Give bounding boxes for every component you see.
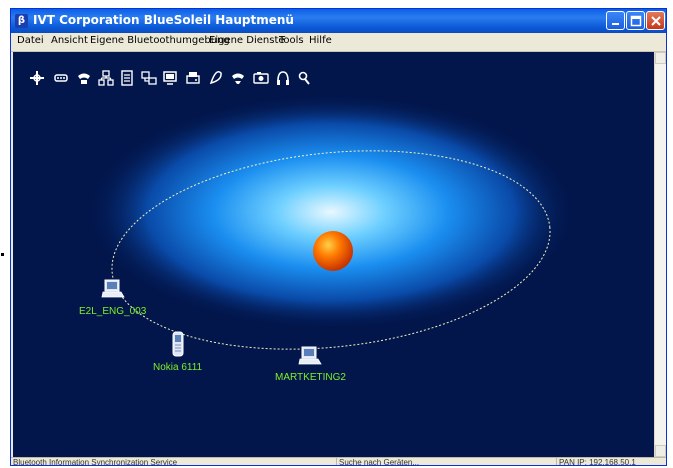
dialup-service-icon[interactable] <box>76 70 92 86</box>
status-pan-ip: PAN IP: 192.168.50.1 <box>559 458 636 466</box>
bluesoleil-main-window: β IVT Corporation BlueSoleil Hauptmenü D… <box>10 8 667 466</box>
network-service-icon[interactable] <box>29 70 45 86</box>
minimize-icon <box>612 23 619 25</box>
fax-service-icon[interactable] <box>185 70 201 86</box>
local-device-ball[interactable] <box>313 231 353 271</box>
scroll-up-button[interactable] <box>655 52 666 64</box>
window-title: IVT Corporation BlueSoleil Hauptmenü <box>33 13 294 27</box>
maximize-icon <box>630 15 642 27</box>
device-label-nokia-6111[interactable]: Nokia 6111 <box>153 362 202 373</box>
audio-gateway-icon[interactable] <box>275 70 291 86</box>
menu-datei[interactable]: Datei <box>17 35 44 46</box>
environment-graphic <box>86 94 576 350</box>
close-icon <box>651 16 661 26</box>
device-label-e2l-eng-003[interactable]: E2L_ENG_003 <box>79 306 146 317</box>
mobile-phone-icon[interactable] <box>171 331 185 357</box>
maximize-button[interactable] <box>626 11 645 30</box>
background-dot <box>1 253 4 256</box>
pc-service-icon[interactable] <box>162 70 178 86</box>
menu-tools[interactable]: Tools <box>279 35 304 46</box>
status-bar: Bluetooth Information Synchronization Se… <box>11 457 666 466</box>
menu-ansicht[interactable]: Ansicht <box>51 35 88 46</box>
lan-access-icon[interactable] <box>98 70 114 86</box>
signal-glow <box>86 94 576 330</box>
close-button[interactable] <box>646 11 665 30</box>
laptop-icon[interactable] <box>298 346 322 368</box>
title-bar[interactable]: β IVT Corporation BlueSoleil Hauptmenü <box>11 9 666 33</box>
serial-port-service-icon[interactable] <box>53 70 69 86</box>
scroll-down-button[interactable] <box>655 445 666 457</box>
laptop-icon[interactable] <box>101 279 125 301</box>
bluetooth-environment-canvas: E2L_ENG_003 Nokia 6111 MARTKETING2 <box>13 52 654 457</box>
personal-network-icon[interactable] <box>141 70 157 86</box>
search-service-icon[interactable] <box>296 70 312 86</box>
menu-eigene-dienste[interactable]: Eigene Dienste <box>209 35 285 46</box>
printer-service-icon[interactable] <box>208 70 224 86</box>
file-transfer-icon[interactable] <box>119 70 135 86</box>
vertical-scrollbar[interactable] <box>654 52 666 457</box>
minimize-button[interactable] <box>606 11 625 30</box>
status-search: Suche nach Geräten... <box>337 458 557 465</box>
menu-hilfe[interactable]: Hilfe <box>309 35 332 46</box>
bluetooth-app-icon: β <box>15 14 28 28</box>
camera-service-icon[interactable] <box>253 70 269 86</box>
status-service: Bluetooth Information Synchronization Se… <box>11 458 337 465</box>
menu-bar: Datei Ansicht Eigene Bluetoothumgebung E… <box>11 33 666 52</box>
device-label-martketing2[interactable]: MARTKETING2 <box>275 372 346 383</box>
headset-service-icon[interactable] <box>230 70 246 86</box>
